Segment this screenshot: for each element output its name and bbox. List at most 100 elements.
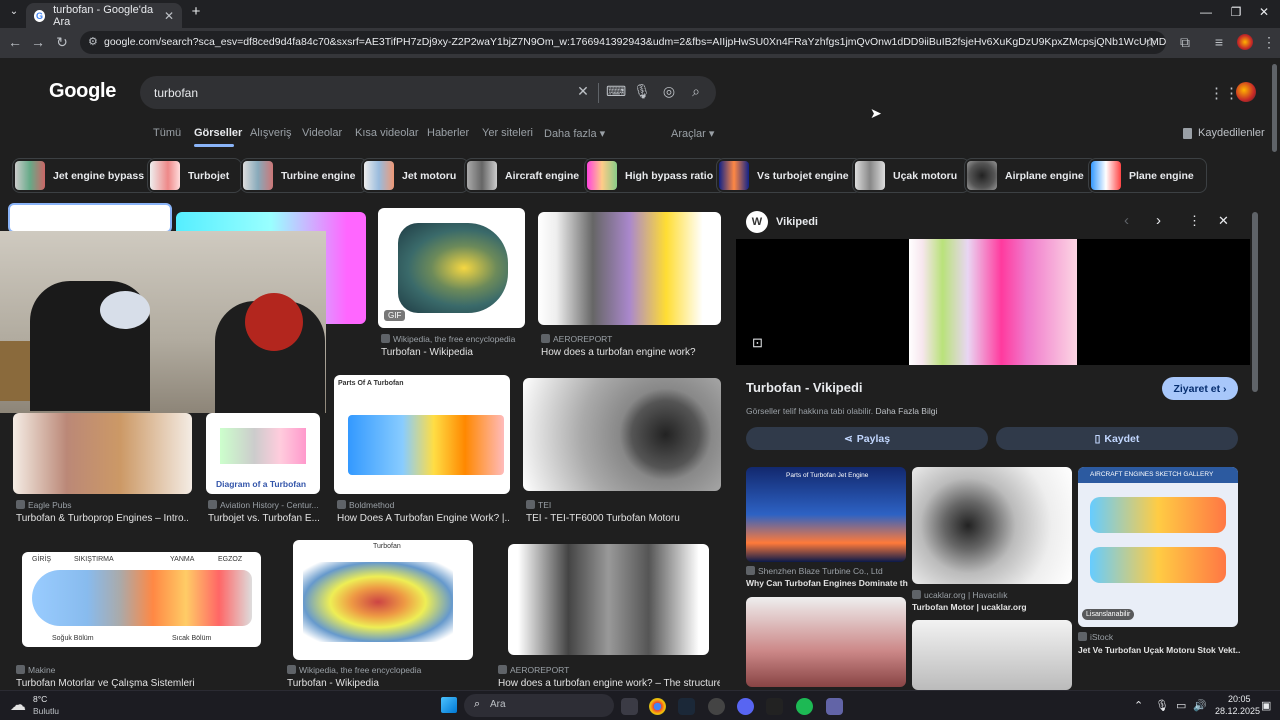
network-icon[interactable]: ▭ — [1176, 699, 1186, 712]
result-image[interactable] — [523, 378, 721, 491]
spotify-taskbar-icon[interactable] — [796, 698, 813, 715]
app-taskbar-icon[interactable] — [708, 698, 725, 715]
related-image[interactable] — [912, 620, 1072, 690]
result-image[interactable] — [508, 544, 709, 655]
chip-vs-turbojet-engine[interactable]: Vs turbojet engine — [716, 158, 862, 193]
tab-all[interactable]: Tümü — [153, 127, 181, 139]
result-image[interactable]: Turbofan — [293, 540, 473, 660]
tab-short-videos[interactable]: Kısa videolar — [355, 127, 419, 139]
chip-jet-motoru[interactable]: Jet motoru — [361, 158, 470, 193]
microphone-icon[interactable]: 🎙 — [633, 83, 651, 100]
result-title[interactable]: Turbofan & Turboprop Engines – Intro... — [16, 513, 188, 524]
google-logo[interactable]: Google — [49, 80, 116, 103]
search-input[interactable]: turbofan — [154, 86, 198, 100]
minimize-icon[interactable]: — — [1196, 5, 1216, 19]
learn-more-link[interactable]: Daha Fazla Bilgi — [875, 406, 937, 416]
tab-more[interactable]: Daha fazla ▾ — [544, 127, 605, 140]
visit-button[interactable]: Ziyaret et › — [1162, 377, 1238, 400]
lens-icon[interactable]: ◎ — [660, 83, 678, 100]
tray-overflow-icon[interactable]: ⌃ — [1134, 699, 1143, 712]
maximize-icon[interactable]: ❐ — [1226, 5, 1246, 19]
clock-date[interactable]: 28.12.2025 — [1215, 706, 1260, 716]
address-bar[interactable]: ⚙ google.com/search?sca_esv=df8ced9d4fa8… — [80, 31, 1166, 54]
clear-search-icon[interactable]: ✕ — [574, 83, 592, 100]
tab-close-icon[interactable]: ✕ — [164, 9, 174, 23]
bookmark-star-icon[interactable]: ☆ — [1141, 34, 1159, 51]
browser-tab[interactable]: G turbofan - Google'da Ara ✕ — [26, 3, 182, 28]
save-button[interactable]: ▯ Kaydet — [996, 427, 1238, 450]
volume-icon[interactable]: 🔊 — [1193, 699, 1207, 712]
saved-link[interactable]: Kaydedilenler — [1198, 127, 1265, 139]
previous-image-icon[interactable]: ‹ — [1124, 212, 1129, 229]
result-image[interactable]: Diagram of a Turbofan — [206, 413, 320, 494]
apps-grid-icon[interactable]: ⋮⋮ — [1209, 84, 1239, 102]
panel-site-name[interactable]: Vikipedi — [776, 216, 818, 228]
notifications-icon[interactable]: ▣ — [1261, 699, 1271, 712]
next-image-icon[interactable]: › — [1156, 212, 1161, 229]
tab-news[interactable]: Haberler — [427, 127, 469, 139]
panel-title[interactable]: Turbofan - Vikipedi — [746, 380, 863, 395]
result-title[interactable]: Turbofan - Wikipedia — [287, 678, 379, 689]
lens-search-icon[interactable]: ⊡ — [752, 335, 763, 351]
result-title[interactable]: Turbofan - Wikipedia — [381, 347, 473, 358]
account-avatar[interactable] — [1236, 82, 1256, 102]
related-title[interactable]: Why Can Turbofan Engines Dominate th... — [746, 578, 908, 588]
related-title[interactable]: Jet Ve Turbofan Uçak Motoru Stok Vekt... — [1078, 645, 1240, 655]
tab-search-icon[interactable]: ⌄ — [4, 6, 24, 17]
tab-shopping[interactable]: Alışveriş — [250, 127, 292, 139]
related-image[interactable]: AIRCRAFT ENGINES SKETCH GALLERY Lisansla… — [1078, 467, 1238, 627]
weather-cloud-icon[interactable]: ☁ — [10, 695, 26, 715]
chip-aircraft-engine[interactable]: Aircraft engine — [464, 158, 593, 193]
share-button[interactable]: ⋖ Paylaş — [746, 427, 988, 450]
page-scrollbar[interactable] — [1272, 64, 1277, 152]
tab-web[interactable]: Yer siteleri — [482, 127, 533, 139]
chip-high-bypass-ratio[interactable]: High bypass ratio — [584, 158, 727, 193]
result-image-selected[interactable] — [8, 203, 172, 233]
teams-taskbar-icon[interactable] — [826, 698, 843, 715]
result-title[interactable]: Turbojet vs. Turbofan E... — [208, 513, 320, 524]
result-title[interactable]: How Does A Turbofan Engine Work? |... — [337, 513, 509, 524]
result-image[interactable]: GIF — [378, 208, 525, 328]
panel-scrollbar[interactable] — [1252, 212, 1258, 392]
reload-icon[interactable]: ↻ — [53, 34, 71, 51]
result-image[interactable]: Parts Of A Turbofan — [334, 375, 510, 494]
steam-taskbar-icon[interactable] — [678, 698, 695, 715]
result-title[interactable]: TEI - TEI-TF6000 Turbofan Motoru — [526, 513, 680, 524]
result-title[interactable]: How does a turbofan engine work? – The s… — [498, 678, 720, 689]
tab-videos[interactable]: Videolar — [302, 127, 342, 139]
result-image[interactable] — [538, 212, 721, 325]
forward-icon[interactable]: → — [29, 34, 47, 50]
profile-avatar-icon[interactable] — [1237, 34, 1253, 50]
epic-games-taskbar-icon[interactable] — [766, 698, 783, 715]
chrome-taskbar-icon[interactable] — [649, 698, 666, 715]
clock-time[interactable]: 20:05 — [1228, 694, 1251, 704]
result-image[interactable]: GİRİŞ SIKIŞTIRMA YANMA EGZOZ Soğuk Bölüm… — [22, 552, 261, 647]
result-image[interactable] — [13, 413, 192, 494]
keyboard-icon[interactable]: ⌨ — [606, 83, 626, 100]
tab-images[interactable]: Görseller — [194, 127, 242, 139]
back-icon[interactable]: ← — [6, 34, 24, 50]
chip-jet-engine-bypass[interactable]: Jet engine bypass — [12, 158, 158, 193]
close-panel-icon[interactable]: ✕ — [1218, 213, 1229, 229]
more-options-icon[interactable]: ⋮ — [1188, 213, 1201, 229]
new-tab-button[interactable]: + — [186, 3, 206, 20]
site-info-icon[interactable]: ⚙ — [88, 35, 98, 48]
extensions-icon[interactable]: ⧉ — [1176, 34, 1194, 51]
search-box[interactable]: turbofan ✕ ⌨ 🎙 ◎ ⌕ — [140, 76, 716, 109]
result-title[interactable]: How does a turbofan engine work? — [541, 347, 696, 358]
discord-taskbar-icon[interactable] — [737, 698, 754, 715]
chip-ucak-motoru[interactable]: Uçak motoru — [852, 158, 971, 193]
reading-list-icon[interactable]: ≡ — [1210, 34, 1228, 50]
turbofan-preview-image[interactable] — [909, 239, 1077, 365]
related-image[interactable]: Parts of Turbofan Jet Engine — [746, 467, 906, 562]
chip-plane-engine[interactable]: Plane engine — [1088, 158, 1207, 193]
result-title[interactable]: Turbofan Motorlar ve Çalışma Sistemleri — [16, 678, 195, 689]
tools-button[interactable]: Araçlar ▾ — [671, 127, 714, 140]
task-view-icon[interactable] — [621, 698, 638, 715]
chip-airplane-engine[interactable]: Airplane engine — [964, 158, 1097, 193]
chip-turbojet[interactable]: Turbojet — [147, 158, 243, 193]
microphone-tray-icon[interactable]: 🎙 — [1155, 699, 1169, 712]
browser-menu-icon[interactable]: ⋮ — [1260, 34, 1278, 51]
windows-start-icon[interactable] — [441, 697, 457, 713]
taskbar-search[interactable]: ⌕ Ara — [464, 694, 614, 717]
